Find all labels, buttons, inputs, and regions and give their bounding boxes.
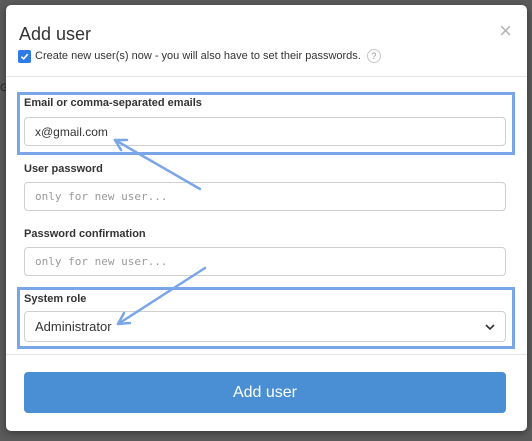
system-role-value: Administrator [35,319,112,334]
system-role-select[interactable]: Administrator [24,311,506,342]
create-users-checkbox[interactable] [18,49,31,63]
chevron-down-icon [485,323,495,330]
password-input[interactable]: only for new user... [24,182,506,211]
modal-header: Add user × Create new user(s) now - you … [6,5,527,77]
help-icon[interactable]: ? [366,49,381,63]
add-user-modal: Add user × Create new user(s) now - you … [6,5,527,431]
modal-title: Add user [19,24,92,44]
emails-input[interactable]: x@gmail.com [24,117,506,146]
create-users-label: Create new user(s) now - you will also h… [35,50,361,62]
password-label: User password [24,163,103,175]
password-confirmation-label: Password confirmation [24,228,146,240]
password-confirmation-input[interactable]: only for new user... [24,247,506,276]
emails-label: Email or comma-separated emails [24,97,202,109]
close-icon[interactable]: × [499,20,512,42]
checkmark-icon [20,53,29,60]
modal-divider [6,354,527,355]
system-role-label: System role [24,293,87,305]
add-user-button[interactable]: Add user [24,372,506,413]
create-users-option: Create new user(s) now - you will also h… [18,49,381,63]
